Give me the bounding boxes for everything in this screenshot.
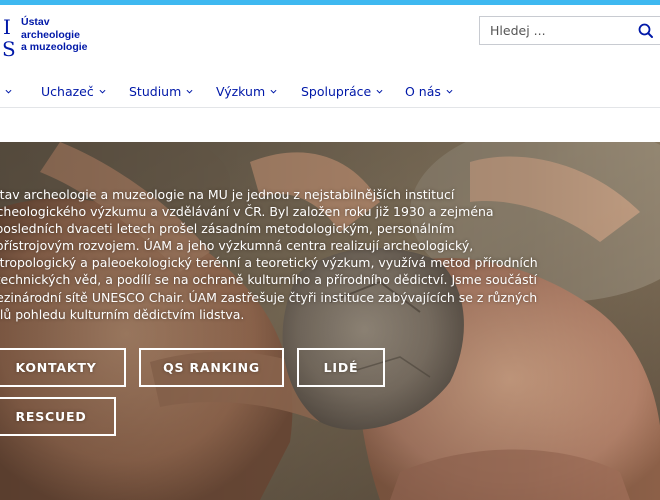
chevron-down-icon — [376, 89, 383, 94]
hero-description: Ústav archeologie a muzeologie na MU je … — [0, 186, 538, 323]
hero-banner: Ústav archeologie a muzeologie na MU je … — [0, 142, 660, 500]
search-input[interactable] — [480, 17, 630, 44]
chevron-down-icon — [186, 89, 193, 94]
chevron-down-icon — [446, 89, 453, 94]
logo-text: Ústav archeologie a muzeologie — [21, 16, 88, 54]
search-icon[interactable] — [636, 21, 656, 41]
chevron-down-icon — [5, 89, 12, 94]
nav-item-uchazec[interactable]: Uchazeč — [41, 76, 106, 106]
hero-text-line: v posledních dvaceti letech prošel zásad… — [0, 221, 455, 237]
logo[interactable]: I S Ústav archeologie a muzeologie — [0, 14, 100, 64]
top-accent-bar — [0, 0, 660, 5]
logo-line: a muzeologie — [21, 41, 88, 53]
chevron-down-icon — [99, 89, 106, 94]
logo-line: Ústav — [21, 16, 50, 28]
nav-item-studium[interactable]: Studium — [129, 76, 193, 106]
main-nav: é Uchazeč Studium Výzkum Spolupráce O ná… — [0, 76, 660, 108]
hero-text-line: antropologický a paleoekologický terénní… — [0, 255, 538, 271]
nav-item-label: Výzkum — [216, 83, 266, 99]
logo-mark-letter: S — [2, 37, 16, 61]
hero-text-line: mezinárodní sítě UNESCO Chair. ÚAM zastř… — [0, 289, 538, 305]
kontakty-button[interactable]: KONTAKTY — [0, 348, 126, 387]
hero-text-line: úhlů pohledu kulturním dědictvím lidstva… — [0, 306, 245, 322]
nav-item-spoluprace[interactable]: Spolupráce — [301, 76, 383, 106]
qs-ranking-button[interactable]: QS RANKING — [139, 348, 284, 387]
nav-item-label: Studium — [129, 83, 182, 99]
hero-text-line: Ústav archeologie a muzeologie na MU je … — [0, 187, 455, 202]
nav-item-o-nas[interactable]: O nás — [405, 76, 453, 106]
nav-item-label: O nás — [405, 83, 441, 99]
logo-mark-letter: I — [3, 15, 11, 39]
nav-item-partial[interactable]: é — [0, 76, 12, 106]
lide-button[interactable]: LIDÉ — [297, 348, 385, 387]
nav-item-vyzkum[interactable]: Výzkum — [216, 76, 277, 106]
search-box — [479, 16, 660, 45]
nav-item-label: Spolupráce — [301, 83, 372, 99]
chevron-down-icon — [270, 89, 277, 94]
hero-text-line: a přístrojovým rozvojem. ÚAM a jeho výzk… — [0, 238, 474, 254]
hero-text-line: a technických věd, a podílí se na ochran… — [0, 272, 537, 288]
hero-text-line: archeologického výzkumu a vzdělávání v Č… — [0, 204, 494, 220]
logo-line: archeologie — [21, 28, 80, 41]
logo-mark: I S — [0, 16, 16, 62]
nav-item-label: Uchazeč — [41, 83, 94, 99]
rescued-button[interactable]: RESCUED — [0, 397, 116, 436]
